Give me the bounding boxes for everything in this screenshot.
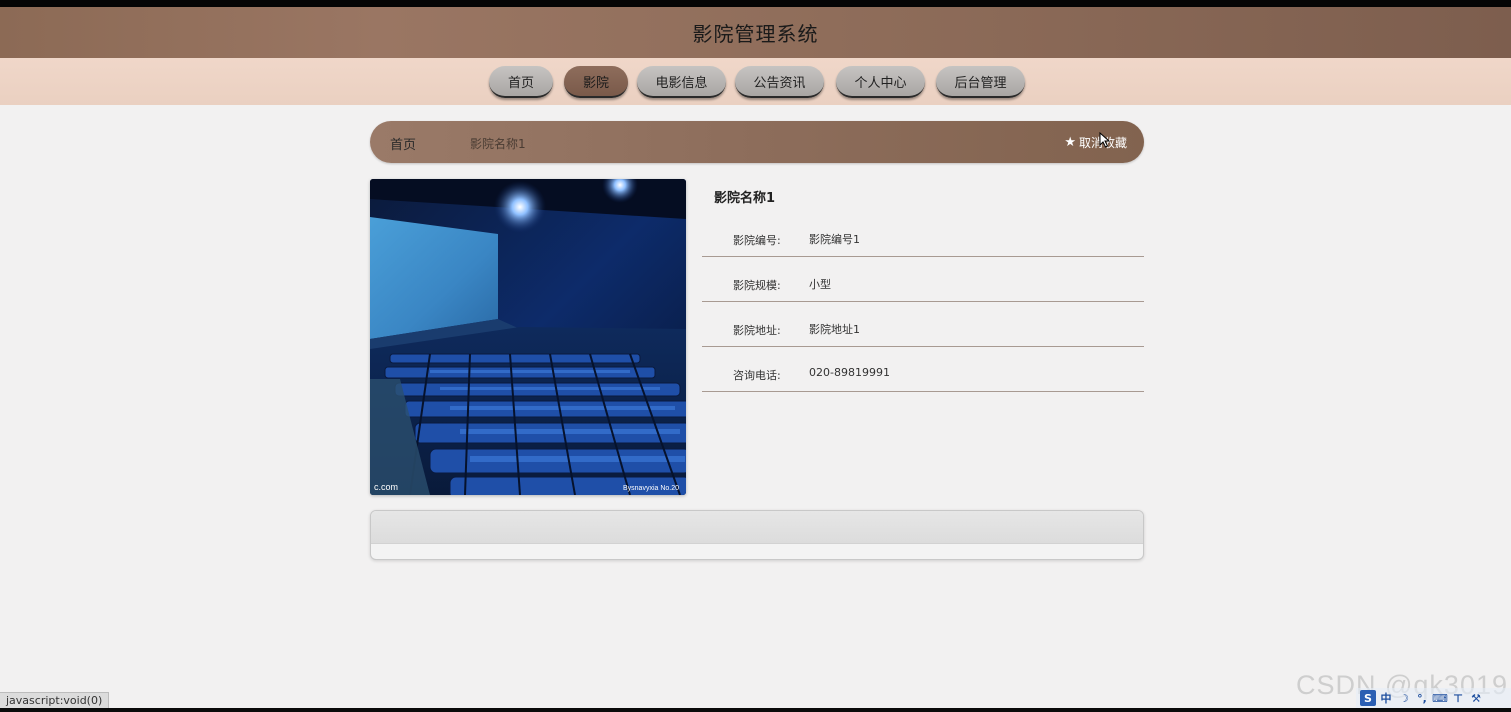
image-caption-right: Bysnavyxia No.20 (623, 485, 679, 492)
info-row-cinema-address: 影院地址: 影院地址1 (702, 302, 1144, 347)
breadcrumb: 首页 影院名称1 ★ 取消收藏 (370, 121, 1144, 163)
moon-icon[interactable]: ☽ (1396, 690, 1412, 706)
info-label: 影院规模: (733, 279, 781, 292)
nav-item-movie-info[interactable]: 电影信息 (637, 66, 726, 98)
keyboard-icon[interactable]: ⌨ (1432, 690, 1448, 706)
star-icon: ★ (1064, 135, 1076, 150)
mouse-cursor-icon (1099, 132, 1111, 148)
ime-toolbar: S 中 ☽ °, ⌨ ⊤ ⚒ (1356, 688, 1511, 708)
nav-item-announcements[interactable]: 公告资讯 (735, 66, 824, 98)
unfavorite-button[interactable]: ★ 取消收藏 (1064, 134, 1127, 151)
detail-panel-header (371, 511, 1143, 544)
info-row-contact-phone: 咨询电话: 020-89819991 (702, 347, 1144, 392)
nav-item-home[interactable]: 首页 (489, 66, 553, 98)
detail-panel (370, 510, 1144, 560)
image-caption-left: c.com (374, 482, 398, 492)
breadcrumb-home-link[interactable]: 首页 (390, 134, 416, 153)
info-label: 影院编号: (733, 234, 781, 247)
info-value: 020-89819991 (809, 366, 890, 379)
info-row-cinema-number: 影院编号: 影院编号1 (702, 212, 1144, 257)
ime-mode-label[interactable]: 中 (1378, 690, 1394, 706)
info-value: 影院编号1 (809, 233, 860, 246)
info-label: 咨询电话: (733, 369, 781, 382)
cinema-image: c.com Bysnavyxia No.20 (370, 179, 686, 495)
wrench-icon[interactable]: ⚒ (1468, 690, 1484, 706)
breadcrumb-current: 影院名称1 (470, 137, 526, 151)
info-value: 小型 (809, 278, 831, 291)
site-title: 影院管理系统 (692, 22, 819, 46)
shirt-icon[interactable]: ⊤ (1450, 690, 1466, 706)
info-value: 影院地址1 (809, 323, 860, 336)
ime-logo-icon[interactable]: S (1360, 690, 1376, 706)
nav-item-personal-center[interactable]: 个人中心 (836, 66, 925, 98)
nav-item-admin[interactable]: 后台管理 (936, 66, 1025, 98)
site-header: 影院管理系统 (0, 7, 1511, 58)
main-nav: 首页 影院 电影信息 公告资讯 个人中心 后台管理 (0, 58, 1511, 105)
nav-item-cinema[interactable]: 影院 (564, 66, 628, 98)
cinema-name-heading: 影院名称1 (714, 191, 776, 206)
browser-status-bar: javascript:void(0) (0, 692, 110, 708)
info-row-cinema-scale: 影院规模: 小型 (702, 257, 1144, 302)
info-label: 影院地址: (733, 324, 781, 337)
bottom-frame-edge (0, 708, 1511, 712)
punctuation-icon[interactable]: °, (1414, 690, 1430, 706)
top-frame-edge (0, 0, 1511, 7)
